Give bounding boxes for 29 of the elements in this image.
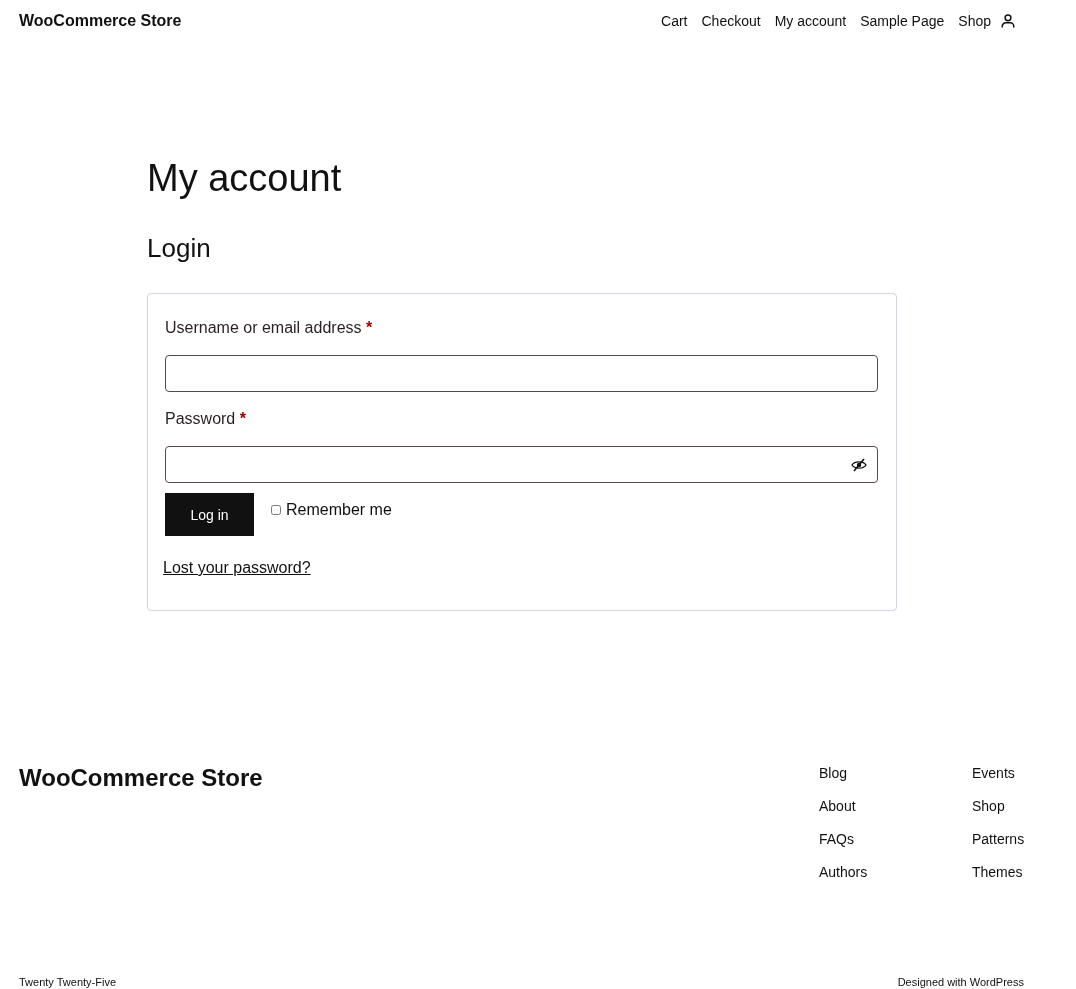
footer-link[interactable]: FAQs — [819, 829, 854, 849]
nav-link[interactable]: Shop — [958, 10, 991, 31]
site-title[interactable]: WooCommerce Store — [19, 10, 182, 31]
footer-link[interactable]: Themes — [972, 862, 1023, 882]
footer-link[interactable]: Events — [972, 763, 1015, 783]
log-in-button[interactable]: Log in — [165, 493, 254, 536]
field-label: Password * — [165, 409, 246, 429]
remember-checkbox[interactable] — [271, 505, 281, 515]
footer-link[interactable]: About — [819, 796, 856, 816]
footer-link[interactable]: Authors — [819, 862, 868, 882]
footer-link[interactable]: Patterns — [972, 829, 1025, 849]
nav-link[interactable]: My account — [774, 10, 847, 31]
footer-site-title[interactable]: WooCommerce Store — [19, 763, 263, 792]
user-icon[interactable] — [1001, 13, 1015, 28]
wordpress-credit-link[interactable]: Designed with WordPress — [897, 975, 1024, 989]
remember-label: Remember me — [286, 500, 392, 520]
input-field[interactable] — [165, 355, 878, 392]
nav-link[interactable]: Sample Page — [860, 10, 945, 31]
nav-link[interactable]: Checkout — [701, 10, 761, 31]
password-field[interactable] — [165, 446, 878, 483]
lost-password-link[interactable]: Lost your password? — [163, 556, 311, 580]
field-label: Username or email address * — [165, 318, 373, 338]
theme-credit: Twenty Twenty-Five — [19, 975, 116, 989]
nav-link[interactable]: Cart — [661, 10, 688, 31]
footer-link[interactable]: Shop — [972, 796, 1005, 816]
footer-link[interactable]: Blog — [819, 763, 848, 783]
eye-slash-icon[interactable] — [851, 457, 867, 472]
section-heading: Login — [147, 232, 212, 264]
page-title: My account — [147, 156, 343, 201]
